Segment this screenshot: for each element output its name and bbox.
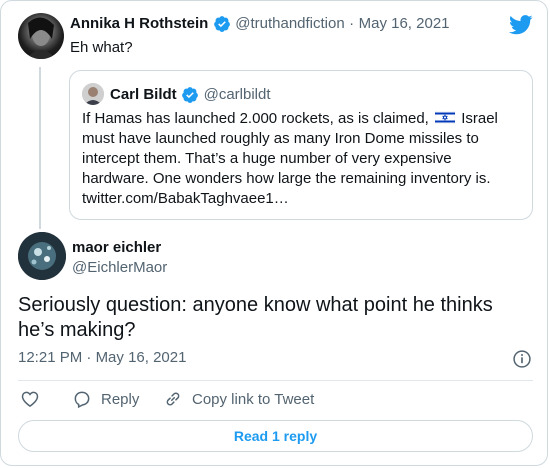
read-replies-button[interactable]: Read 1 reply: [18, 420, 533, 452]
main-author-name[interactable]: maor eichler: [72, 239, 161, 256]
main-tweet-text: Seriously question: anyone know what poi…: [18, 294, 493, 341]
quoted-tweet[interactable]: Carl Bildt @carlbildt If Hamas has launc…: [69, 70, 533, 220]
main-author-handle[interactable]: @EichlerMaor: [72, 259, 167, 276]
avatar-carl-bildt[interactable]: [82, 83, 104, 105]
heart-icon: [21, 391, 39, 407]
quoted-author-handle[interactable]: @carlbildt: [204, 86, 271, 103]
info-icon[interactable]: [512, 349, 532, 369]
avatar-maor-eichler-image: [18, 232, 66, 280]
avatar-annika-image: [26, 17, 56, 59]
author-name[interactable]: Annika H Rothstein: [70, 15, 208, 32]
embedded-tweet-card: Annika H Rothstein @truthandfiction · Ma…: [0, 0, 548, 466]
reply-label: Reply: [101, 390, 140, 408]
header-separator: ·: [349, 15, 355, 33]
link-icon: [166, 392, 180, 406]
tweet-time[interactable]: 12:21 PM: [18, 349, 82, 366]
timestamp-separator: ·: [86, 349, 92, 366]
quoted-tweet-text: If Hamas has launched 2.000 rockets, as …: [82, 109, 518, 209]
copy-link-button[interactable]: Copy link to Tweet: [163, 389, 314, 409]
copy-link-label: Copy link to Tweet: [192, 390, 315, 408]
tweet-date[interactable]: May 16, 2021: [96, 349, 187, 366]
israel-flag-icon: [435, 111, 456, 124]
main-tweet-timestamp[interactable]: 12:21 PM · May 16, 2021: [18, 349, 186, 366]
thread-connector-line: [39, 67, 41, 229]
avatar-annika[interactable]: [18, 13, 64, 59]
read-replies-label: Read 1 reply: [233, 428, 318, 444]
actions-divider: [18, 380, 533, 381]
avatar-maor-eichler[interactable]: [18, 232, 66, 280]
quoted-text-before-flag: If Hamas has launched 2.000 rockets, as …: [82, 110, 429, 127]
tweet-date[interactable]: May 16, 2021: [359, 15, 450, 32]
reply-tweet-header: Annika H Rothstein @truthandfiction · Ma…: [70, 15, 450, 33]
author-handle[interactable]: @truthandfiction: [235, 15, 344, 32]
like-button[interactable]: [19, 389, 41, 409]
quoted-tweet-header: Carl Bildt @carlbildt: [110, 86, 271, 104]
twitter-bird-icon[interactable]: [509, 15, 533, 35]
verified-badge-icon: [182, 87, 199, 103]
reply-button[interactable]: Reply: [71, 389, 139, 409]
reply-icon: [74, 391, 90, 409]
reply-tweet-text: Eh what?: [70, 39, 133, 56]
verified-badge-icon: [213, 16, 230, 32]
avatar-carl-bildt-image: [82, 83, 104, 105]
quoted-author-name[interactable]: Carl Bildt: [110, 86, 177, 103]
